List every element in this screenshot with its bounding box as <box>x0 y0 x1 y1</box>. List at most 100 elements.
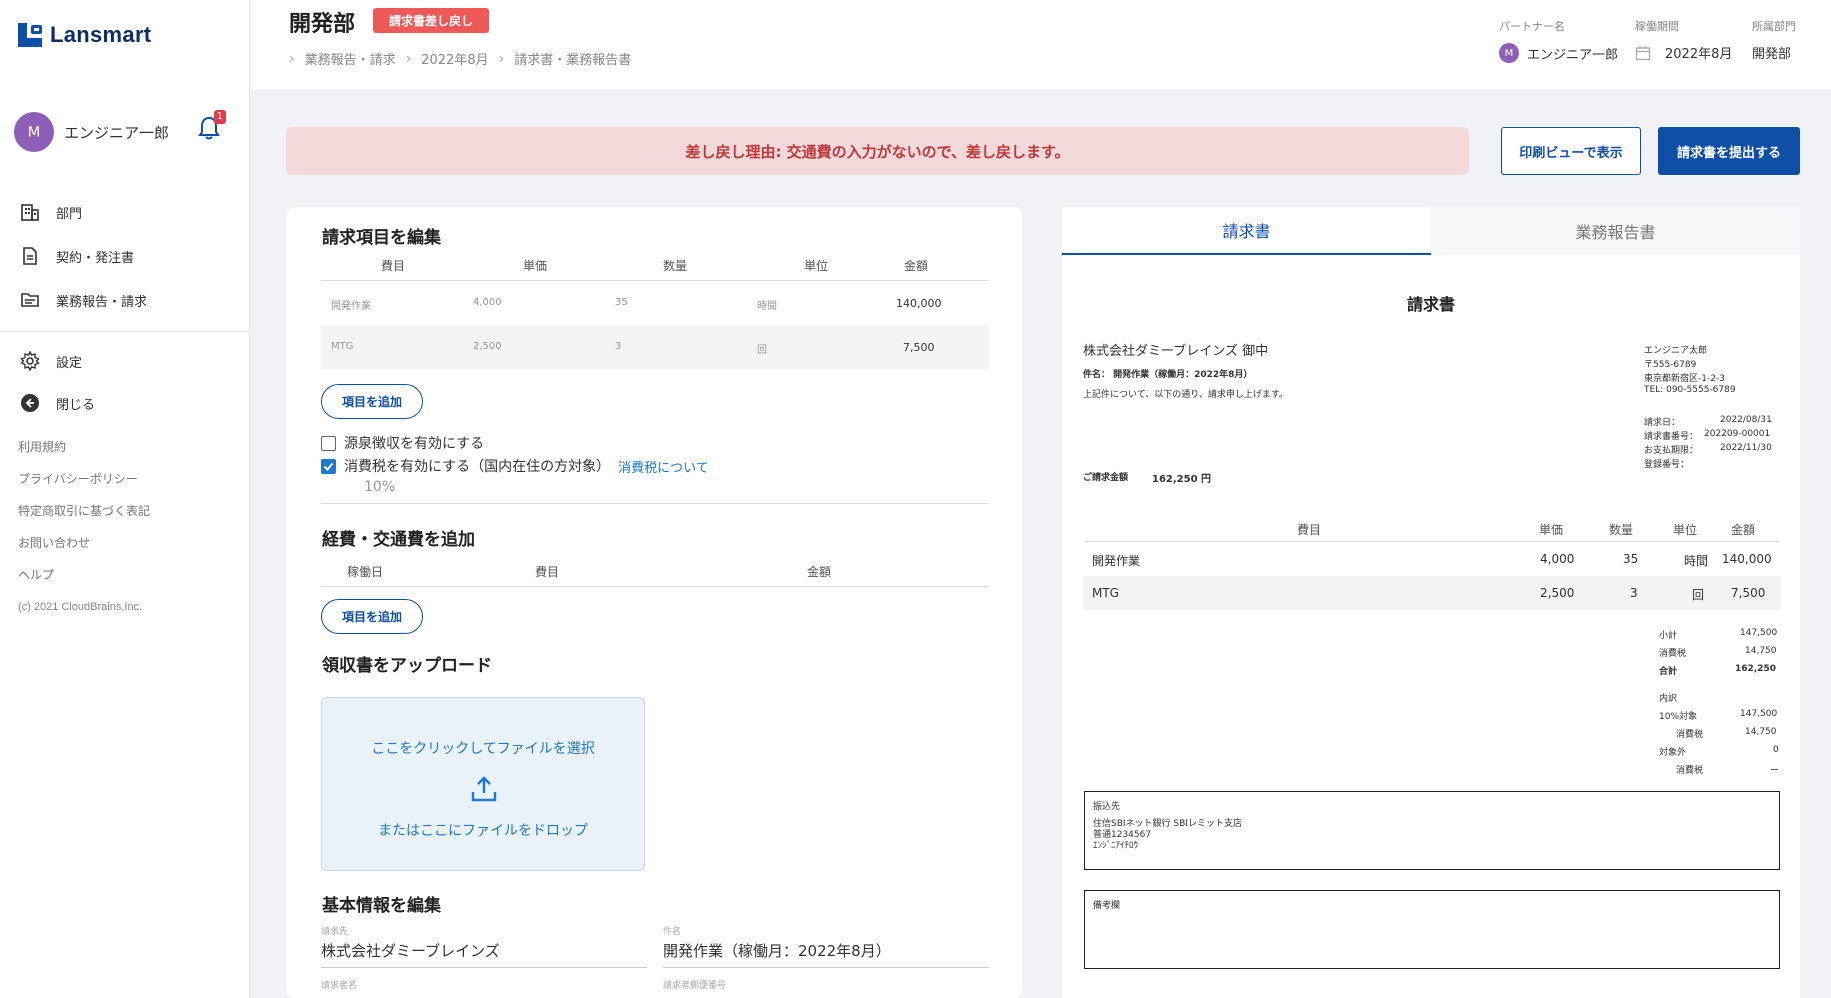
app-logo[interactable]: Lansmart <box>18 22 151 48</box>
column-header: 費目 <box>380 259 406 273</box>
print-view-button[interactable]: 印刷ビューで表示 <box>1501 127 1641 175</box>
terms-link[interactable]: 利用規約 <box>18 438 66 455</box>
meta-label: 請求日： <box>1644 418 1681 428</box>
bank-info-content: 住信SBIネット銀行 SBIレミット支店 普通1234567 ｴﾝｼﾞﾆｱｲﾁﾛ… <box>1093 819 1242 852</box>
meta-label: お支払期限： <box>1644 446 1699 456</box>
upload-icon <box>471 776 497 802</box>
total-value: 162,250 円 <box>1152 474 1212 485</box>
meta-label: 請求書番号： <box>1644 432 1699 442</box>
partner-name: エンジニア一郎 <box>1527 47 1619 63</box>
period-text: 2022年8月 <box>1665 47 1733 62</box>
upload-click-text[interactable]: ここをクリックしてファイルを選択 <box>322 738 644 758</box>
column-header: 金額 <box>1731 523 1756 537</box>
upload-drop-text: またはここにファイルをドロップ <box>378 823 588 839</box>
receipt-section-title: 領収書をアップロード <box>322 656 492 676</box>
back-arrow-icon <box>21 394 39 412</box>
billing-to-label: 請求先 <box>321 927 349 937</box>
reject-reason-alert: 差し戻し理由: 交通費の入力がないので、差し戻します。 <box>286 127 1469 175</box>
logo-text: Lansmart <box>50 22 152 47</box>
tab-work-report[interactable]: 業務報告書 <box>1431 207 1800 255</box>
breadcrumb-item[interactable]: 業務報告・請求 <box>305 49 396 68</box>
nav-item-department[interactable]: 部門 <box>20 202 82 222</box>
withholding-checkbox[interactable] <box>321 435 336 451</box>
contact-link[interactable]: お問い合わせ <box>18 534 90 551</box>
nav-label: 契約・発注書 <box>56 250 135 266</box>
submit-invoice-button[interactable]: 請求書を提出する <box>1658 127 1800 175</box>
user-name: エンジニア一郎 <box>64 123 170 142</box>
total-label: ご請求金額 <box>1083 473 1129 483</box>
invoice-subject: 件名： 開発作業（稼働月：2022年8月） <box>1083 370 1253 380</box>
nav-label: 業務報告・請求 <box>56 294 148 310</box>
billing-to-input[interactable]: 株式会社ダミーブレインズ <box>321 940 647 968</box>
gear-icon <box>20 351 40 371</box>
table-row[interactable]: 開発作業 4,000 35 時間 140,000 <box>321 281 989 325</box>
add-billing-item-button[interactable]: 項目を追加 <box>321 384 423 419</box>
billing-table-header: 費目 単価 数量 単位 金額 <box>321 247 989 281</box>
withholding-label: 源泉徴収を有効にする <box>344 436 485 452</box>
breadcrumb: › 業務報告・請求 › 2022年8月 › 請求書・業務報告書 <box>289 49 631 69</box>
cell-qty[interactable]: 35 <box>615 297 628 308</box>
expenses-section-title: 経費・交通費を追加 <box>322 530 475 550</box>
notes-label: 備考欄 <box>1093 901 1121 911</box>
sender-name: エンジニア太郎 <box>1644 346 1708 356</box>
withholding-checkbox-row[interactable]: 源泉徴収を有効にする <box>321 433 484 453</box>
nav-item-reports[interactable]: 業務報告・請求 <box>20 290 147 310</box>
tax-checkbox[interactable] <box>321 458 336 474</box>
tax-info-link[interactable]: 消費税について <box>618 457 709 476</box>
tax-label: 消費税を有効にする（国内在住の方対象） <box>344 459 611 475</box>
subtotal-label: 小計 <box>1659 631 1678 641</box>
grand-total-label: 合計 <box>1659 667 1678 677</box>
cell-amount: 140,000 <box>896 297 942 310</box>
requester-zip-label: 請求者郵便番号 <box>663 981 727 991</box>
breakdown-label: 内訳 <box>1659 694 1678 704</box>
cell-unit-price[interactable]: 2,500 <box>473 341 502 352</box>
invoice-recipient: 株式会社ダミーブレインズ 御中 <box>1083 344 1269 359</box>
invoice-preview: 請求書 業務報告書 請求書 株式会社ダミーブレインズ 御中 件名： 開発作業（稼… <box>1062 207 1800 998</box>
nav-item-close[interactable]: 閉じる <box>20 393 95 413</box>
breakdown-item-label: 消費税 <box>1676 766 1704 776</box>
alert-text: 差し戻し理由: 交通費の入力がないので、差し戻します。 <box>685 142 1070 161</box>
cell-qty[interactable]: 3 <box>615 341 621 352</box>
commerce-law-link[interactable]: 特定商取引に基づく表記 <box>18 502 150 519</box>
cell-unit-price[interactable]: 4,000 <box>473 297 502 308</box>
cell-unit: 回 <box>1692 588 1705 602</box>
cell-item[interactable]: MTG <box>331 341 354 352</box>
column-header: 金額 <box>903 259 929 273</box>
cell-unit[interactable]: 時間 <box>757 297 777 312</box>
receipt-upload-dropzone[interactable]: ここをクリックしてファイルを選択 またはここにファイルをドロップ <box>321 697 645 871</box>
cell-unit-price: 2,500 <box>1540 586 1575 600</box>
breadcrumb-item[interactable]: 2022年8月 <box>421 49 488 68</box>
nav-label: 設定 <box>56 355 83 371</box>
tax-label: 消費税 <box>1659 649 1687 659</box>
grand-total-value: 162,250 <box>1735 664 1776 674</box>
column-header: 稼働日 <box>346 565 384 579</box>
subtotal-value: 147,500 <box>1740 628 1778 638</box>
tax-rate-value[interactable]: 10% <box>364 479 395 495</box>
chevron-right-icon: › <box>405 50 412 67</box>
sender-zip: 〒555-6789 <box>1644 360 1697 370</box>
user-profile[interactable]: M エンジニア一郎 1 <box>14 110 236 152</box>
help-link[interactable]: ヘルプ <box>18 566 54 583</box>
column-header: 単価 <box>522 259 548 273</box>
notification-bell-icon[interactable]: 1 <box>198 110 226 142</box>
nav-item-contracts[interactable]: 契約・発注書 <box>20 246 134 266</box>
tax-checkbox-row[interactable]: 消費税を有効にする（国内在住の方対象） 消費税について <box>321 456 709 476</box>
page-header: 開発部 請求書差し戻し › 業務報告・請求 › 2022年8月 › 請求書・業務… <box>251 0 1831 91</box>
cell-unit-price: 4,000 <box>1540 552 1575 566</box>
table-row[interactable]: MTG 2,500 3 回 7,500 <box>321 325 989 369</box>
status-badge: 請求書差し戻し <box>373 8 490 33</box>
column-header: 金額 <box>806 565 832 579</box>
cell-unit[interactable]: 回 <box>757 341 767 356</box>
sender-tel: TEL: 090-5555-6789 <box>1644 385 1736 395</box>
add-expense-button[interactable]: 項目を追加 <box>321 599 423 634</box>
subject-input[interactable]: 開発作業（稼働月：2022年8月） <box>663 940 989 968</box>
meta-value: 2022/11/30 <box>1720 443 1772 453</box>
privacy-link[interactable]: プライバシーポリシー <box>18 470 138 487</box>
cell-item[interactable]: 開発作業 <box>331 297 371 312</box>
document-icon <box>23 247 37 265</box>
chevron-right-icon: › <box>289 50 295 67</box>
copyright: (c) 2021 CloudBrains,Inc. <box>18 601 143 613</box>
tab-invoice[interactable]: 請求書 <box>1062 207 1431 255</box>
bank-info-label: 振込先 <box>1093 802 1121 812</box>
nav-item-settings[interactable]: 設定 <box>20 351 82 371</box>
